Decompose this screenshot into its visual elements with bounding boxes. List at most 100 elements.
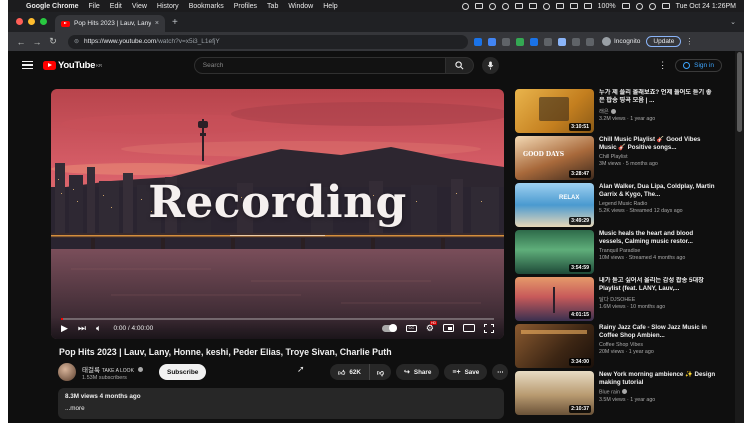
- next-icon[interactable]: ⏭: [78, 323, 86, 334]
- status-icon[interactable]: [542, 2, 550, 10]
- clock-status-icon[interactable]: [501, 2, 509, 10]
- status-icon[interactable]: [461, 2, 469, 10]
- description-box[interactable]: 8.3M views 4 months ago ...more: [58, 388, 504, 419]
- menu-help[interactable]: Help: [323, 3, 337, 10]
- player-controls: ▶ ⏭ 🔈︎ 0:00 / 4:00:00 CC ⚙: [51, 317, 504, 339]
- guide-menu-icon[interactable]: [22, 59, 33, 71]
- youtube-logo[interactable]: YouTube KR: [43, 60, 102, 71]
- video-thumbnail[interactable]: 4:01:15: [515, 277, 594, 321]
- control-center-icon[interactable]: [661, 3, 670, 9]
- share-label: Share: [413, 368, 432, 376]
- subscribe-button[interactable]: Subscribe: [159, 364, 207, 380]
- menu-tab[interactable]: Tab: [267, 3, 278, 10]
- reload-button[interactable]: ↻: [46, 36, 60, 47]
- play-icon[interactable]: ▶: [61, 323, 68, 334]
- zoom-window-button[interactable]: [40, 18, 47, 25]
- like-count: 62K: [349, 368, 361, 376]
- search-icon[interactable]: [648, 2, 656, 10]
- recommendation-item[interactable]: 4:01:15 내가 듣고 싶어서 올리는 감성 팝송 5대장 Playlist…: [515, 277, 720, 324]
- miniplayer-icon[interactable]: [443, 324, 454, 332]
- back-button[interactable]: ←: [14, 37, 28, 47]
- update-button[interactable]: Update: [646, 36, 682, 47]
- video-thumbnail[interactable]: 3:10:51: [515, 89, 594, 133]
- side-panel-icon[interactable]: [586, 37, 594, 46]
- menubar-clock[interactable]: Tue Oct 24 1:26PM: [676, 3, 736, 10]
- video-player[interactable]: Recording ▶ ⏭ 🔈︎ 0:00 / 4:00:00 CC ⚙: [51, 89, 504, 339]
- video-thumbnail[interactable]: RELAX 3:49:29: [515, 183, 594, 227]
- status-icon[interactable]: [514, 3, 523, 9]
- video-thumbnail[interactable]: 2:10:37: [515, 371, 594, 415]
- extension-icon[interactable]: [488, 37, 496, 46]
- volume-icon[interactable]: 🔈︎: [96, 323, 101, 334]
- recommendation-meta: 10M views · Streamed 4 months ago: [599, 255, 686, 261]
- settings-more-icon[interactable]: ⋮: [658, 60, 667, 71]
- menu-edit[interactable]: Edit: [110, 3, 122, 10]
- like-button[interactable]: 👍︎ 62K: [330, 364, 370, 380]
- recommendation-item[interactable]: GOOD DAYS 3:28:47 Chill Music Playlist 🎸…: [515, 136, 720, 183]
- tab-search-icon[interactable]: ⌄: [730, 18, 744, 32]
- minimize-window-button[interactable]: [28, 18, 35, 25]
- voice-search-button[interactable]: [481, 56, 499, 74]
- sign-in-button[interactable]: Sign in: [675, 58, 722, 72]
- video-thumbnail[interactable]: GOOD DAYS 3:28:47: [515, 136, 594, 180]
- search-button[interactable]: [445, 56, 474, 74]
- browser-toolbar: ← → ↻ ⊜ https://www.youtube.com/watch?v=…: [8, 32, 744, 51]
- volume-icon[interactable]: [569, 3, 578, 9]
- fullscreen-icon[interactable]: [484, 323, 494, 333]
- address-bar[interactable]: ⊜ https://www.youtube.com/watch?v=x5i3_L…: [68, 34, 468, 49]
- extension-icon[interactable]: [474, 37, 482, 46]
- menu-bookmarks[interactable]: Bookmarks: [189, 3, 224, 10]
- recommendation-title: Music heals the heart and blood vessels,…: [599, 230, 694, 245]
- video-thumbnail[interactable]: 3:54:59: [515, 230, 594, 274]
- status-icon[interactable]: [528, 3, 537, 9]
- extension-icon[interactable]: [544, 37, 552, 46]
- menu-profiles[interactable]: Profiles: [234, 3, 257, 10]
- menu-view[interactable]: View: [132, 3, 147, 10]
- description-more[interactable]: ...more: [65, 405, 497, 412]
- battery-icon[interactable]: [621, 3, 630, 9]
- recommendation-meta: 20M views · 1 year ago: [599, 349, 654, 355]
- extension-icon[interactable]: [516, 37, 524, 46]
- save-button[interactable]: ≡+ Save: [444, 364, 488, 380]
- extensions-puzzle-icon[interactable]: [572, 37, 580, 46]
- site-info-icon[interactable]: ⊜: [74, 38, 79, 45]
- status-icon[interactable]: [488, 2, 496, 10]
- wifi-icon[interactable]: [635, 2, 643, 10]
- channel-name[interactable]: 태걸룩 TAKE A LOOK: [82, 364, 143, 374]
- bluetooth-icon[interactable]: [583, 3, 592, 9]
- dislike-button[interactable]: 👎︎: [369, 364, 391, 380]
- recommendation-item[interactable]: 3:54:59 Music heals the heart and blood …: [515, 230, 720, 277]
- chrome-menu-icon[interactable]: ⋮: [685, 37, 693, 46]
- more-actions-button[interactable]: ⋯: [492, 364, 509, 380]
- recommendation-title: New York morning ambience ✨ Design makin…: [599, 371, 716, 386]
- search-input[interactable]: Search: [193, 56, 446, 74]
- recommendation-title: Alan Walker, Dua Lipa, Coldplay, Martin …: [599, 183, 715, 198]
- channel-avatar[interactable]: [58, 363, 76, 381]
- extension-icon[interactable]: [558, 37, 566, 46]
- menu-window[interactable]: Window: [288, 3, 313, 10]
- forward-button[interactable]: →: [30, 37, 44, 47]
- display-icon[interactable]: [555, 3, 564, 9]
- recommendation-item[interactable]: RELAX 3:49:29 Alan Walker, Dua Lipa, Col…: [515, 183, 720, 230]
- incognito-profile[interactable]: Incognito: [602, 37, 640, 46]
- subtitles-icon[interactable]: CC: [405, 324, 417, 332]
- share-button[interactable]: ↪ Share: [396, 364, 440, 380]
- settings-gear-icon[interactable]: ⚙: [426, 320, 438, 334]
- theater-mode-icon[interactable]: [463, 324, 475, 332]
- extension-icon[interactable]: [502, 37, 510, 46]
- menubar-app-name[interactable]: Google Chrome: [26, 3, 79, 10]
- menu-file[interactable]: File: [89, 3, 100, 10]
- autoplay-toggle[interactable]: [381, 324, 397, 332]
- browser-tab[interactable]: Pop Hits 2023 | Lauv, Lany, Ho ×: [55, 15, 165, 32]
- new-tab-button[interactable]: +: [172, 17, 178, 28]
- recommendation-item[interactable]: 3:34:00 Rainy Jazz Cafe - Slow Jazz Musi…: [515, 324, 720, 371]
- menu-history[interactable]: History: [157, 3, 179, 10]
- page-scrollbar-thumb[interactable]: [737, 52, 742, 132]
- close-window-button[interactable]: [16, 18, 23, 25]
- close-tab-icon[interactable]: ×: [155, 20, 159, 27]
- extension-icon[interactable]: [530, 37, 538, 46]
- status-icon[interactable]: [474, 3, 483, 9]
- recommendation-item[interactable]: 2:10:37 New York morning ambience ✨ Desi…: [515, 371, 720, 418]
- recommendation-item[interactable]: 3:10:51 누가 제 플리 몰래보죠? 언제 들어도 듣기 좋은 팝송 띵곡…: [515, 89, 720, 136]
- video-thumbnail[interactable]: 3:34:00: [515, 324, 594, 368]
